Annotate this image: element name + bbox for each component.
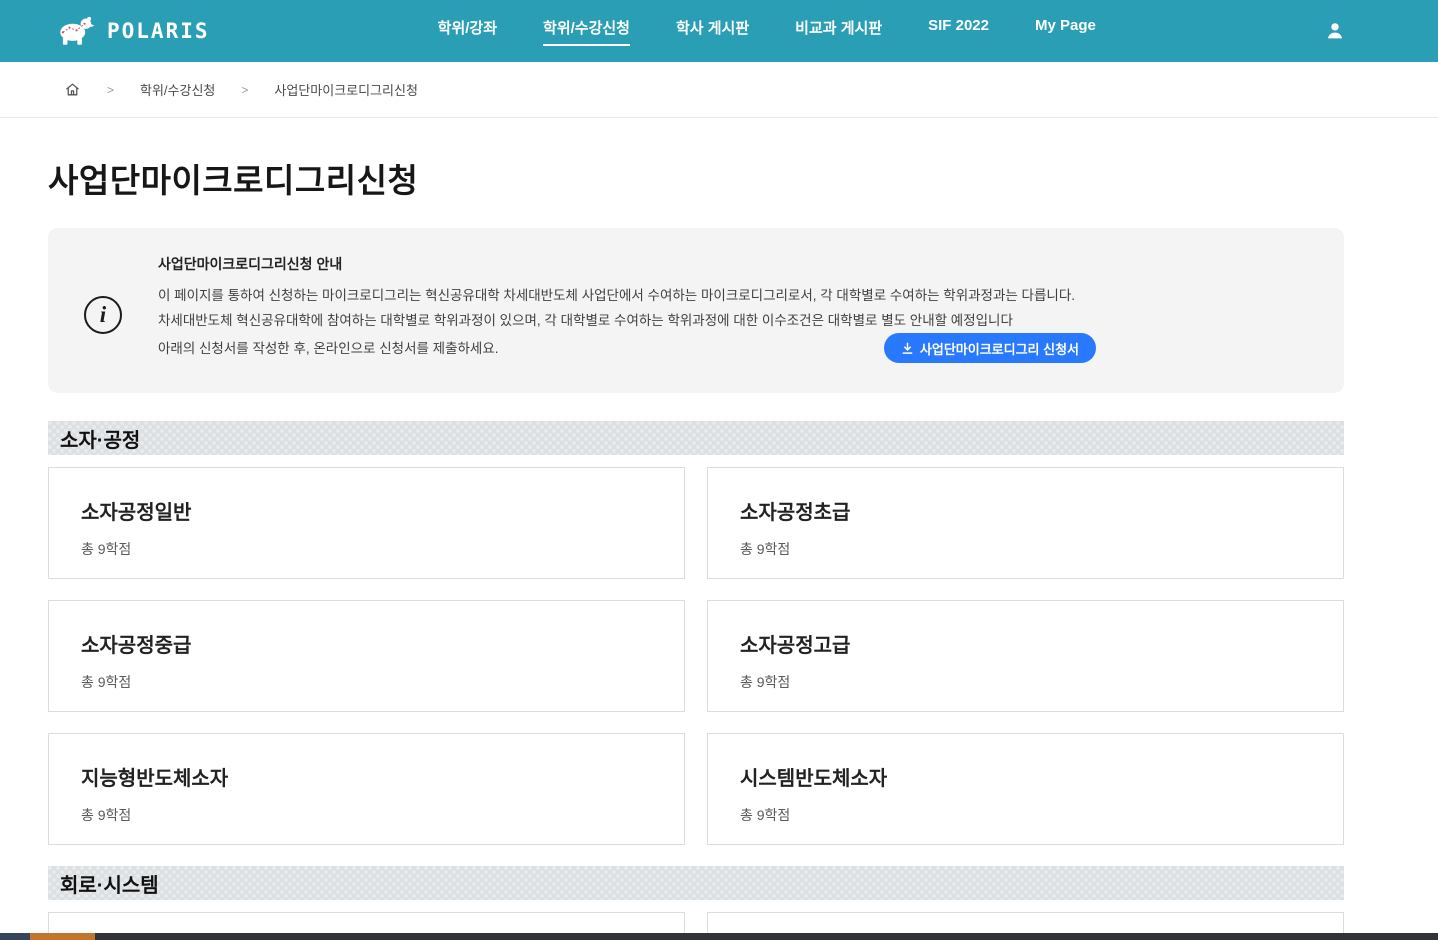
course-card-title: 소자공정중급 [81,629,652,658]
taskbar-segment [0,933,30,940]
breadcrumb-current: 사업단마이크로디그리신청 [274,80,418,99]
course-card[interactable]: 지능형반도체소자총 9학점 [48,733,685,845]
notice-content: 사업단마이크로디그리신청 안내 이 페이지를 통하여 신청하는 마이크로디그리는… [158,254,1096,363]
download-button-label: 사업단마이크로디그리 신청서 [920,339,1079,358]
notice-line: 아래의 신청서를 작성한 후, 온라인으로 신청서를 제출하세요. [158,336,499,361]
breadcrumb: > 학위/수강신청 > 사업단마이크로디그리신청 [0,62,1438,118]
notice-line: 차세대반도체 혁신공유대학에 참여하는 대학별로 학위과정이 있으며, 각 대학… [158,308,1096,333]
polar-bear-icon [55,15,97,47]
notice-line: 이 페이지를 통하여 신청하는 마이크로디그리는 혁신공유대학 차세대반도체 사… [158,283,1096,308]
nav-item[interactable]: SIF 2022 [928,17,989,46]
person-icon [1324,20,1346,42]
section-header: 소자·공정 [48,421,1344,455]
course-card-title: 소자공정초급 [740,496,1311,525]
course-card-credits: 총 9학점 [740,805,1311,825]
course-card[interactable]: 시스템반도체소자총 9학점 [707,733,1344,845]
course-section: 회로·시스템회로시스템일반회로시스템초급 [48,866,1344,940]
application-form-download-button[interactable]: 사업단마이크로디그리 신청서 [884,333,1096,363]
user-menu-button[interactable] [1324,20,1346,42]
taskbar-segment [95,933,1438,940]
nav-item[interactable]: 학사 게시판 [676,17,749,46]
taskbar-segment [30,933,95,940]
course-card-credits: 총 9학점 [81,539,652,559]
taskbar-edge [0,933,1438,940]
main-content: 사업단마이크로디그리신청 i 사업단마이크로디그리신청 안내 이 페이지를 통하… [48,154,1344,940]
page-title: 사업단마이크로디그리신청 [48,154,1344,202]
download-icon [901,342,914,355]
breadcrumb-link[interactable]: 학위/수강신청 [140,80,215,99]
course-card-title: 시스템반도체소자 [740,762,1311,791]
notice-heading: 사업단마이크로디그리신청 안내 [158,254,1096,274]
breadcrumb-home-link[interactable] [64,81,81,98]
course-card-credits: 총 9학점 [81,672,652,692]
course-section: 소자·공정소자공정일반총 9학점소자공정초급총 9학점소자공정중급총 9학점소자… [48,421,1344,845]
course-card[interactable]: 소자공정초급총 9학점 [707,467,1344,579]
chevron-right-icon: > [107,83,114,97]
course-sections: 소자·공정소자공정일반총 9학점소자공정초급총 9학점소자공정중급총 9학점소자… [48,421,1344,940]
nav-item[interactable]: 학위/수강신청 [543,17,630,46]
course-card-credits: 총 9학점 [740,672,1311,692]
chevron-right-icon: > [241,83,248,97]
nav-item[interactable]: 비교과 게시판 [795,17,882,46]
course-card-title: 지능형반도체소자 [81,762,652,791]
nav-item[interactable]: My Page [1035,17,1096,46]
info-icon: i [84,296,122,334]
notice-box: i 사업단마이크로디그리신청 안내 이 페이지를 통하여 신청하는 마이크로디그… [48,228,1344,393]
app-header: POLARIS 학위/강좌 학위/수강신청 학사 게시판 비교과 게시판 SIF 202… [0,0,1438,62]
card-grid: 소자공정일반총 9학점소자공정초급총 9학점소자공정중급총 9학점소자공정고급총… [48,467,1344,845]
course-card[interactable]: 소자공정고급총 9학점 [707,600,1344,712]
course-card-title: 소자공정일반 [81,496,652,525]
brand-logo[interactable]: POLARIS [55,15,210,47]
notice-icon-column: i [48,254,158,363]
section-header: 회로·시스템 [48,866,1344,900]
home-icon [64,81,81,98]
main-nav: 학위/강좌 학위/수강신청 학사 게시판 비교과 게시판 SIF 2022 My Page [210,17,1324,46]
course-card[interactable]: 소자공정중급총 9학점 [48,600,685,712]
course-card-credits: 총 9학점 [740,539,1311,559]
course-card-title: 소자공정고급 [740,629,1311,658]
course-card-credits: 총 9학점 [81,805,652,825]
brand-name: POLARIS [107,19,210,43]
nav-item[interactable]: 학위/강좌 [438,17,497,46]
course-card[interactable]: 소자공정일반총 9학점 [48,467,685,579]
